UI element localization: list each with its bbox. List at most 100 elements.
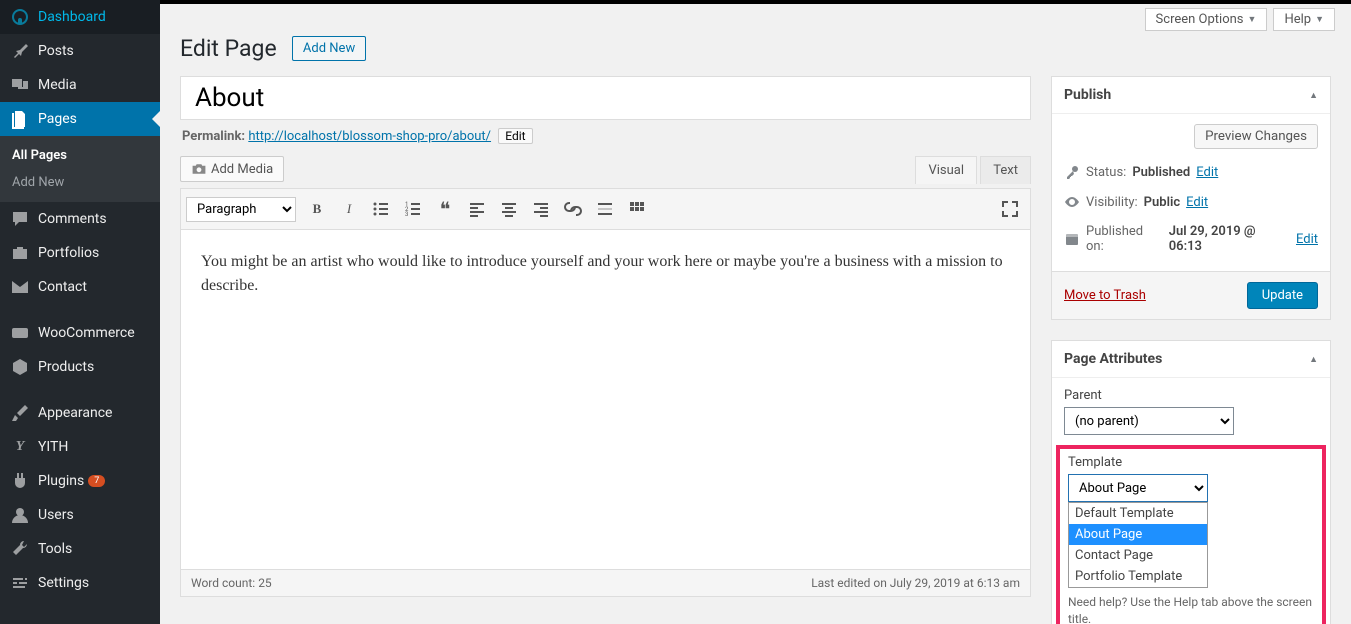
sidebar-label: Pages — [38, 111, 77, 127]
page-title-input[interactable] — [180, 76, 1031, 120]
caret-up-icon: ▲ — [1309, 354, 1318, 365]
update-badge: 7 — [88, 475, 105, 487]
tab-text[interactable]: Text — [980, 156, 1031, 184]
sidebar-item-comments[interactable]: Comments — [0, 202, 160, 236]
sidebar-label: Media — [38, 77, 77, 93]
sidebar-item-settings[interactable]: Settings — [0, 566, 160, 600]
add-new-button[interactable]: Add New — [292, 36, 366, 61]
align-right-icon[interactable] — [526, 194, 556, 224]
sidebar-item-appearance[interactable]: Appearance — [0, 396, 160, 430]
edit-status-link[interactable]: Edit — [1196, 165, 1218, 180]
media-icon — [10, 75, 30, 95]
sidebar-label: Plugins — [38, 473, 84, 489]
publish-panel: Publish▲ Preview Changes Status: Publish… — [1051, 76, 1331, 320]
camera-icon — [191, 161, 207, 177]
pin-icon — [10, 41, 30, 61]
main-content: Screen Options ▼ Help ▼ Edit Page Add Ne… — [160, 0, 1351, 624]
template-highlight: Template About Page Default Template Abo… — [1056, 445, 1326, 624]
move-to-trash-link[interactable]: Move to Trash — [1064, 288, 1146, 303]
sidebar-item-plugins[interactable]: Plugins 7 — [0, 464, 160, 498]
sidebar-label: Contact — [38, 279, 87, 295]
page-heading: Edit Page — [180, 35, 277, 62]
number-list-icon[interactable]: 123 — [398, 194, 428, 224]
template-option[interactable]: About Page — [1069, 524, 1207, 545]
template-label: Template — [1068, 455, 1314, 470]
sidebar-item-pages[interactable]: Pages — [0, 102, 160, 136]
sidebar-item-woocommerce[interactable]: WooCommerce — [0, 316, 160, 350]
brush-icon — [10, 403, 30, 423]
sidebar-item-tools[interactable]: Tools — [0, 532, 160, 566]
page-attributes-panel: Page Attributes▲ Parent (no parent) Temp… — [1051, 340, 1331, 624]
sidebar-item-portfolios[interactable]: Portfolios — [0, 236, 160, 270]
visibility-value: Public — [1144, 195, 1180, 210]
help-button[interactable]: Help ▼ — [1273, 8, 1335, 31]
sidebar-label: Dashboard — [38, 9, 106, 25]
sidebar-label: Portfolios — [38, 245, 99, 261]
permalink-edit-button[interactable]: Edit — [498, 128, 532, 144]
status-value: Published — [1132, 165, 1190, 180]
sidebar-item-posts[interactable]: Posts — [0, 34, 160, 68]
link-icon[interactable] — [558, 194, 588, 224]
permalink-label: Permalink: — [182, 129, 245, 144]
published-value: Jul 29, 2019 @ 06:13 — [1169, 224, 1290, 254]
sidebar-label: Products — [38, 359, 94, 375]
svg-text:3: 3 — [405, 211, 408, 218]
permalink-url[interactable]: http://localhost/blossom-shop-pro/about/ — [248, 129, 491, 144]
template-option[interactable]: Default Template — [1069, 503, 1207, 524]
sidebar-item-users[interactable]: Users — [0, 498, 160, 532]
yith-icon: Y — [10, 437, 30, 457]
key-icon — [1064, 164, 1080, 180]
sidebar-item-contact[interactable]: Contact — [0, 270, 160, 304]
sidebar-label: Tools — [38, 541, 72, 557]
update-button[interactable]: Update — [1247, 282, 1318, 309]
preview-changes-button[interactable]: Preview Changes — [1194, 124, 1318, 149]
add-media-button[interactable]: Add Media — [180, 156, 284, 182]
envelope-icon — [10, 277, 30, 297]
attributes-help-text: Need help? Use the Help tab above the sc… — [1068, 594, 1314, 624]
dashboard-icon — [10, 7, 30, 27]
template-select[interactable]: About Page — [1068, 474, 1208, 502]
last-edited: Last edited on July 29, 2019 at 6:13 am — [811, 576, 1020, 590]
submenu-all-pages[interactable]: All Pages — [0, 142, 160, 169]
template-dropdown-list: Default Template About Page Contact Page… — [1068, 502, 1208, 588]
fullscreen-icon[interactable] — [995, 194, 1025, 224]
parent-label: Parent — [1064, 388, 1318, 403]
admin-sidebar: Dashboard Posts Media Pages All Pages Ad… — [0, 0, 160, 624]
sidebar-label: Settings — [38, 575, 89, 591]
parent-select[interactable]: (no parent) — [1064, 407, 1234, 435]
sidebar-item-products[interactable]: Products — [0, 350, 160, 384]
sidebar-item-dashboard[interactable]: Dashboard — [0, 0, 160, 34]
template-option[interactable]: Contact Page — [1069, 545, 1207, 566]
sidebar-label: Posts — [38, 43, 74, 59]
toolbar-toggle-icon[interactable] — [622, 194, 652, 224]
align-left-icon[interactable] — [462, 194, 492, 224]
eye-icon — [1064, 194, 1080, 210]
products-icon — [10, 357, 30, 377]
bullet-list-icon[interactable] — [366, 194, 396, 224]
attributes-panel-toggle[interactable]: Page Attributes▲ — [1052, 341, 1330, 378]
comments-icon — [10, 209, 30, 229]
publish-panel-toggle[interactable]: Publish▲ — [1052, 77, 1330, 114]
template-option[interactable]: Portfolio Template — [1069, 566, 1207, 587]
bold-icon[interactable]: B — [302, 194, 332, 224]
readmore-icon[interactable] — [590, 194, 620, 224]
italic-icon[interactable]: I — [334, 194, 364, 224]
woo-icon — [10, 323, 30, 343]
tab-visual[interactable]: Visual — [915, 156, 977, 184]
content-editor[interactable]: You might be an artist who would like to… — [180, 230, 1031, 570]
permalink-row: Permalink: http://localhost/blossom-shop… — [182, 128, 1031, 144]
screen-options-button[interactable]: Screen Options ▼ — [1145, 8, 1268, 31]
sidebar-item-yith[interactable]: Y YITH — [0, 430, 160, 464]
quote-icon[interactable]: ❝ — [430, 194, 460, 224]
format-select[interactable]: Paragraph — [186, 197, 296, 222]
edit-visibility-link[interactable]: Edit — [1186, 195, 1208, 210]
sidebar-label: YITH — [38, 439, 68, 455]
edit-date-link[interactable]: Edit — [1296, 232, 1318, 247]
sidebar-item-media[interactable]: Media — [0, 68, 160, 102]
sidebar-label: Users — [38, 507, 74, 523]
wrench-icon — [10, 539, 30, 559]
caret-up-icon: ▲ — [1309, 90, 1318, 101]
submenu-add-new[interactable]: Add New — [0, 169, 160, 196]
align-center-icon[interactable] — [494, 194, 524, 224]
calendar-icon — [1064, 231, 1080, 247]
